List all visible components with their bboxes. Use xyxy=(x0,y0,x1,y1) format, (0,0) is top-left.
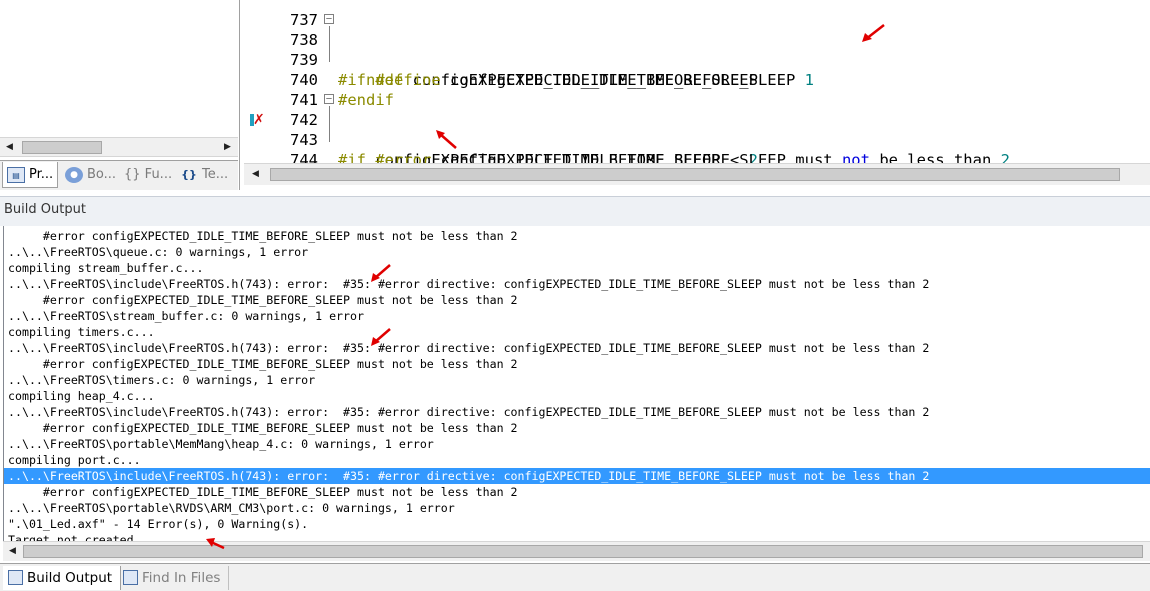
tab-functions[interactable]: {} Fu... xyxy=(118,162,174,188)
build-output-line[interactable]: #error configEXPECTED_IDLE_TIME_BEFORE_S… xyxy=(4,484,1150,500)
tab-build-output-label: Build Output xyxy=(27,570,113,586)
build-output-line[interactable]: compiling timers.c... xyxy=(4,324,1150,340)
scroll-left-icon[interactable]: ◀ xyxy=(4,543,21,560)
books-icon: ● xyxy=(65,167,83,183)
build-output-line[interactable]: #error configEXPECTED_IDLE_TIME_BEFORE_S… xyxy=(4,292,1150,308)
tab-build-output[interactable]: Build Output xyxy=(3,566,122,590)
tab-find-in-files-label: Find In Files xyxy=(142,570,221,586)
code-line: 737 xyxy=(244,0,1150,29)
build-output-line[interactable]: #error configEXPECTED_IDLE_TIME_BEFORE_S… xyxy=(4,228,1150,244)
scroll-thumb[interactable] xyxy=(23,545,1143,558)
code-line: 744 #endif xyxy=(244,130,1150,163)
build-output-hscrollbar[interactable]: ◀ xyxy=(3,541,1150,561)
code-line: 743 #error configEXPECTED_IDLE_TIME_BEFO… xyxy=(244,110,1150,163)
build-output-line[interactable]: ..\..\FreeRTOS\include\FreeRTOS.h(743): … xyxy=(4,340,1150,356)
tab-project-label: Pr... xyxy=(29,167,54,182)
scroll-left-icon[interactable]: ◀ xyxy=(247,166,264,183)
tab-books[interactable]: ● Bo... xyxy=(61,162,117,188)
scroll-thumb[interactable] xyxy=(270,168,1120,181)
code-line: 741 xyxy=(244,70,1150,109)
build-output-line[interactable]: ..\..\FreeRTOS\stream_buffer.c: 0 warnin… xyxy=(4,308,1150,324)
build-output-line[interactable]: compiling stream_buffer.c... xyxy=(4,260,1150,276)
project-pane: ◀ ▶ ▤ Pr... ● Bo... {} Fu... {} Te... xyxy=(0,0,240,190)
scroll-left-icon[interactable]: ◀ xyxy=(1,139,18,156)
code-line: 739 #define configEXPECTED_IDLE_TIME_BEF… xyxy=(244,30,1150,89)
build-output-line[interactable]: ..\..\FreeRTOS\portable\MemMang\heap_4.c… xyxy=(4,436,1150,452)
fold-collapse-icon[interactable]: – xyxy=(324,94,334,104)
templates-icon: {} xyxy=(181,168,197,181)
tab-templates[interactable]: {} Te... xyxy=(176,162,234,188)
annotation-arrow-icon xyxy=(436,130,457,149)
annotation-arrow-icon xyxy=(371,328,391,346)
build-output-line[interactable]: #error configEXPECTED_IDLE_TIME_BEFORE_S… xyxy=(4,420,1150,436)
scroll-right-icon[interactable]: ▶ xyxy=(219,139,236,156)
build-output-line[interactable]: ..\..\FreeRTOS\queue.c: 0 warnings, 1 er… xyxy=(4,244,1150,260)
fold-collapse-icon[interactable]: – xyxy=(324,14,334,24)
tab-find-in-files[interactable]: Find In Files xyxy=(118,566,230,590)
build-output-line[interactable]: ..\..\FreeRTOS\include\FreeRTOS.h(743): … xyxy=(4,404,1150,420)
project-icon: ▤ xyxy=(7,167,25,183)
tab-functions-label: {} Fu... xyxy=(124,167,173,182)
build-output-line[interactable]: ..\..\FreeRTOS\portable\RVDS\ARM_CM3\por… xyxy=(4,500,1150,516)
output-tabs: Build Output Find In Files xyxy=(0,563,1150,591)
build-output-title: Build Output xyxy=(0,196,1150,226)
project-pane-tabs: ▤ Pr... ● Bo... {} Fu... {} Te... xyxy=(0,160,238,190)
build-output-line[interactable]: ..\..\FreeRTOS\timers.c: 0 warnings, 1 e… xyxy=(4,372,1150,388)
tab-templates-label: Te... xyxy=(202,167,229,182)
code-line: 740 #endif xyxy=(244,50,1150,109)
find-in-files-icon xyxy=(123,570,138,585)
build-output-log[interactable]: #error configEXPECTED_IDLE_TIME_BEFORE_S… xyxy=(3,226,1150,541)
scroll-thumb[interactable] xyxy=(22,141,102,154)
build-output-line[interactable]: Target not created. xyxy=(4,532,1150,541)
annotation-arrow-icon xyxy=(862,24,885,42)
build-output-line[interactable]: ..\..\FreeRTOS\include\FreeRTOS.h(743): … xyxy=(4,276,1150,292)
project-pane-hscrollbar[interactable]: ◀ ▶ xyxy=(0,137,238,157)
tab-books-label: Bo... xyxy=(87,167,117,182)
annotation-arrow-icon xyxy=(371,264,391,282)
build-output-line-selected[interactable]: ..\..\FreeRTOS\include\FreeRTOS.h(743): … xyxy=(4,468,1150,484)
tab-project[interactable]: ▤ Pr... xyxy=(2,162,58,188)
code-line: 742 – #if configEXPECTED_IDLE_TIME_BEFOR… xyxy=(244,90,1150,163)
annotation-arrow-icon xyxy=(206,538,225,550)
code-editor[interactable]: ✗ 737 738 – #ifndef configEXPECTED_IDLE_… xyxy=(244,0,1150,163)
build-output-line[interactable]: compiling port.c... xyxy=(4,452,1150,468)
code-line: 738 – #ifndef configEXPECTED_IDLE_TIME_B… xyxy=(244,10,1150,89)
build-output-line[interactable]: compiling heap_4.c... xyxy=(4,388,1150,404)
build-output-icon xyxy=(8,570,23,585)
code-line: 745 xyxy=(244,150,1150,163)
editor-hscrollbar[interactable]: ◀ xyxy=(244,163,1150,185)
build-output-line[interactable]: ".\01_Led.axf" - 14 Error(s), 0 Warning(… xyxy=(4,516,1150,532)
build-output-line[interactable]: #error configEXPECTED_IDLE_TIME_BEFORE_S… xyxy=(4,356,1150,372)
